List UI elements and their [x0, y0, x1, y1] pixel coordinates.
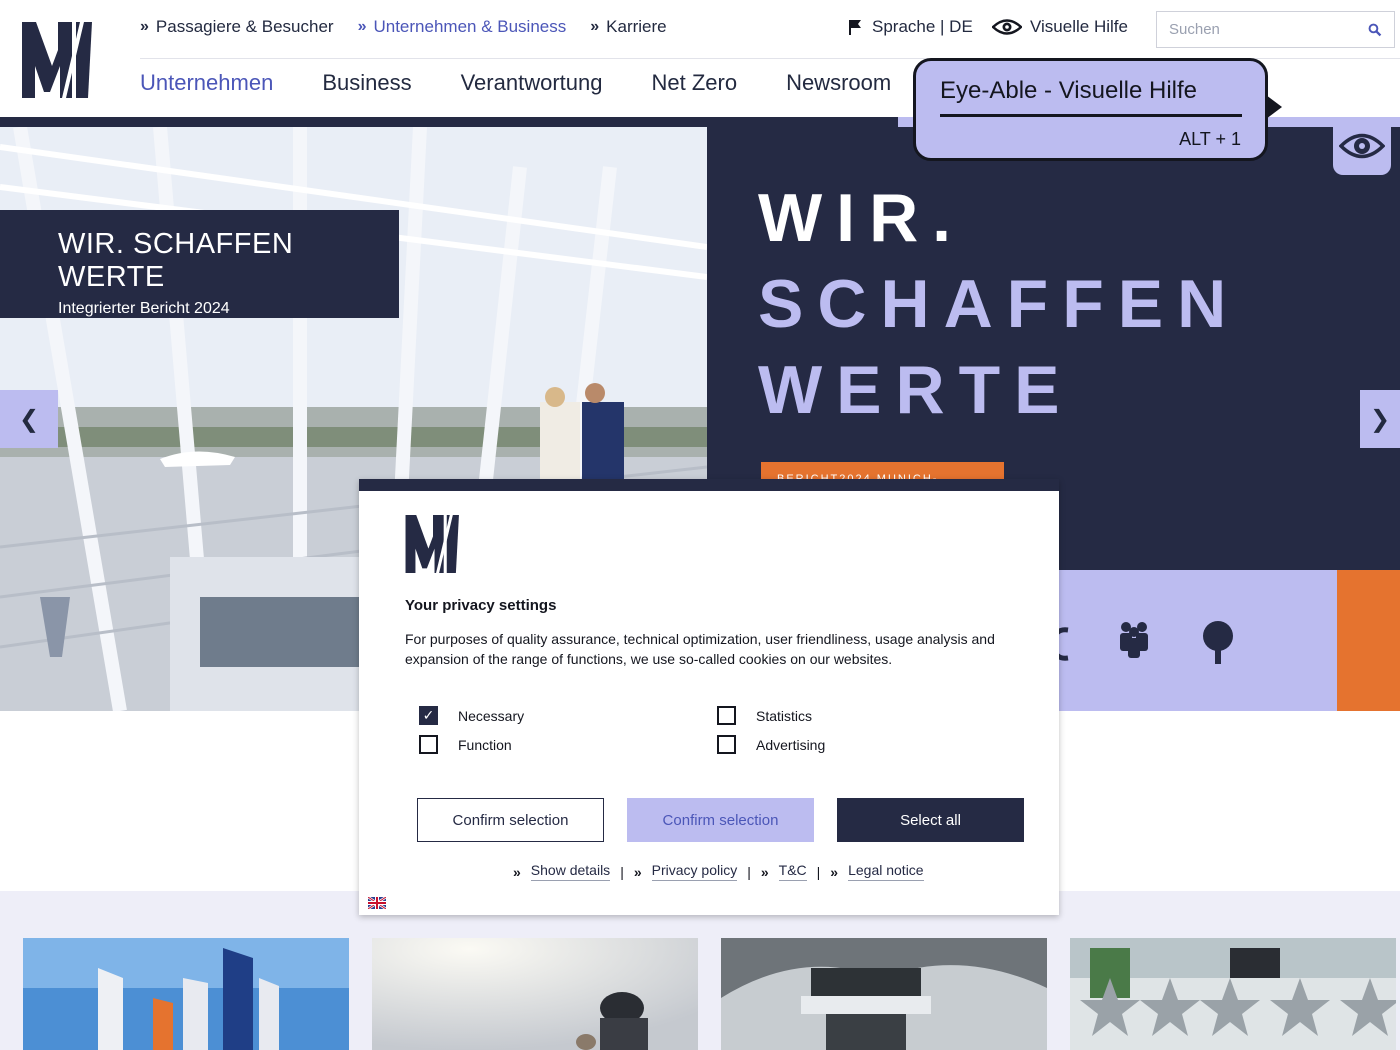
- uk-flag-icon[interactable]: [368, 897, 386, 909]
- checkbox-box: [419, 735, 438, 754]
- topnav-passengers-label: Passagiere & Besucher: [155, 17, 334, 36]
- teaser-card-people[interactable]: [372, 938, 698, 1050]
- select-all-button[interactable]: Select all: [837, 798, 1024, 842]
- topnav-business[interactable]: » Unternehmen & Business: [358, 17, 567, 37]
- tree-icon: [1203, 621, 1233, 664]
- top-navigation: » Passagiere & Besucher » Unternehmen & Bu…: [140, 17, 667, 37]
- hero-caption-title: WIR. SCHAFFEN WERTE: [58, 228, 294, 293]
- topnav-business-label: Unternehmen & Business: [373, 17, 567, 36]
- munich-airport-logo: [405, 515, 459, 573]
- hero-headline-line-1: WIR.: [758, 180, 966, 256]
- flag-icon: [849, 20, 861, 35]
- page: » Passagiere & Besucher » Unternehmen & Bu…: [0, 0, 1400, 1050]
- hero-caption-subtitle: Integrierter Bericht 2024: [58, 300, 230, 317]
- link-separator: |: [747, 863, 751, 880]
- checkbox-statistics-label: Statistics: [756, 707, 813, 724]
- cookie-footer-links: » Show details | » Privacy policy | » T&C |…: [513, 862, 924, 881]
- checkbox-necessary[interactable]: ✓ Necessary: [419, 706, 524, 725]
- tc-link[interactable]: T&C: [778, 862, 807, 881]
- chevron-right-icon: »: [513, 863, 521, 880]
- mainnav-unternehmen[interactable]: Unternehmen: [140, 70, 273, 96]
- chevron-right-icon: »: [830, 863, 838, 880]
- chevron-right-icon: »: [357, 18, 367, 35]
- checkbox-function-label: Function: [458, 736, 512, 753]
- visual-help-label: Visuelle Hilfe: [1030, 17, 1128, 36]
- checkbox-function[interactable]: Function: [419, 735, 512, 754]
- hero-headline-line-2: SCHAFFEN: [758, 266, 1241, 342]
- stars-photo: [1070, 938, 1396, 1050]
- confirm-selection-button[interactable]: Confirm selection: [417, 798, 604, 842]
- language-switcher[interactable]: Sprache | DE: [846, 17, 973, 37]
- checkmark-icon: ✓: [419, 706, 438, 725]
- chevron-right-icon: »: [760, 863, 769, 880]
- checkbox-box: [717, 706, 736, 725]
- hero-icon-panel: [1059, 570, 1337, 711]
- teaser-card-stars[interactable]: [1070, 938, 1396, 1050]
- eye-able-tooltip: Eye-Able - Visuelle Hilfe ALT + 1: [913, 58, 1282, 161]
- chevron-right-icon: ❯: [1369, 405, 1391, 433]
- chevron-right-icon: »: [590, 18, 599, 35]
- visual-help-toggle[interactable]: Visuelle Hilfe: [992, 17, 1128, 37]
- privacy-policy-link[interactable]: Privacy policy: [651, 862, 738, 881]
- hero-caption[interactable]: WIR. SCHAFFEN WERTE Integrierter Bericht…: [0, 210, 399, 318]
- eye-icon: [1339, 133, 1385, 159]
- cookie-consent-dialog: Your privacy settings For purposes of qu…: [359, 479, 1059, 915]
- chevron-left-icon: ❮: [18, 405, 40, 433]
- teaser-card-tower[interactable]: [721, 938, 1047, 1050]
- tower-photo: [721, 938, 1047, 1050]
- hero-headline: WIR. SCHAFFEN WERTE: [758, 175, 1240, 433]
- eye-icon: [992, 19, 1022, 35]
- checkbox-statistics[interactable]: Statistics: [717, 706, 812, 725]
- checkbox-necessary-label: Necessary: [458, 707, 525, 724]
- topnav-careers-label: Karriere: [606, 17, 667, 36]
- mainnav-verantwortung[interactable]: Verantwortung: [461, 70, 603, 96]
- eye-able-button[interactable]: [1333, 117, 1391, 175]
- slider-next-button[interactable]: ❯: [1360, 390, 1400, 448]
- hero-orange-panel: [1337, 570, 1400, 711]
- people-photo: [372, 938, 698, 1050]
- hero-headline-line-3: WERTE: [758, 352, 1074, 428]
- checkbox-box: [717, 735, 736, 754]
- cookie-title: Your privacy settings: [405, 597, 557, 614]
- link-separator: |: [816, 863, 821, 880]
- topnav-passengers[interactable]: » Passagiere & Besucher: [140, 17, 334, 37]
- tooltip-underline: [940, 114, 1242, 117]
- search-icon[interactable]: [1368, 21, 1382, 39]
- topnav-careers[interactable]: » Karriere: [590, 17, 666, 37]
- mainnav-newsroom[interactable]: Newsroom: [786, 70, 891, 96]
- language-label: Sprache | DE: [872, 17, 973, 36]
- tooltip-title: Eye-Able - Visuelle Hilfe: [940, 77, 1198, 104]
- chevron-right-icon: »: [140, 18, 149, 35]
- main-navigation: Unternehmen Business Verantwortung Net Z…: [140, 70, 891, 96]
- cookie-description: For purposes of quality assurance, techn…: [405, 631, 995, 667]
- munich-airport-logo[interactable]: [22, 22, 94, 98]
- show-details-link[interactable]: Show details: [530, 862, 611, 881]
- tooltip-shortcut: ALT + 1: [1179, 129, 1241, 149]
- link-separator: |: [620, 863, 624, 880]
- slider-prev-button[interactable]: ❮: [0, 390, 58, 448]
- chevron-right-icon: »: [633, 863, 642, 880]
- checkbox-advertising-label: Advertising: [756, 736, 826, 753]
- search-box: [1156, 11, 1395, 48]
- teaser-card-flags[interactable]: [23, 938, 349, 1050]
- flags-photo: [23, 938, 349, 1050]
- mainnav-business[interactable]: Business: [322, 70, 411, 96]
- search-input[interactable]: [1169, 21, 1368, 38]
- people-icon: [1120, 622, 1148, 658]
- confirm-selection-button-secondary[interactable]: Confirm selection: [627, 798, 814, 842]
- checkbox-advertising[interactable]: Advertising: [717, 735, 825, 754]
- mainnav-net-zero[interactable]: Net Zero: [651, 70, 737, 96]
- legal-notice-link[interactable]: Legal notice: [848, 862, 924, 881]
